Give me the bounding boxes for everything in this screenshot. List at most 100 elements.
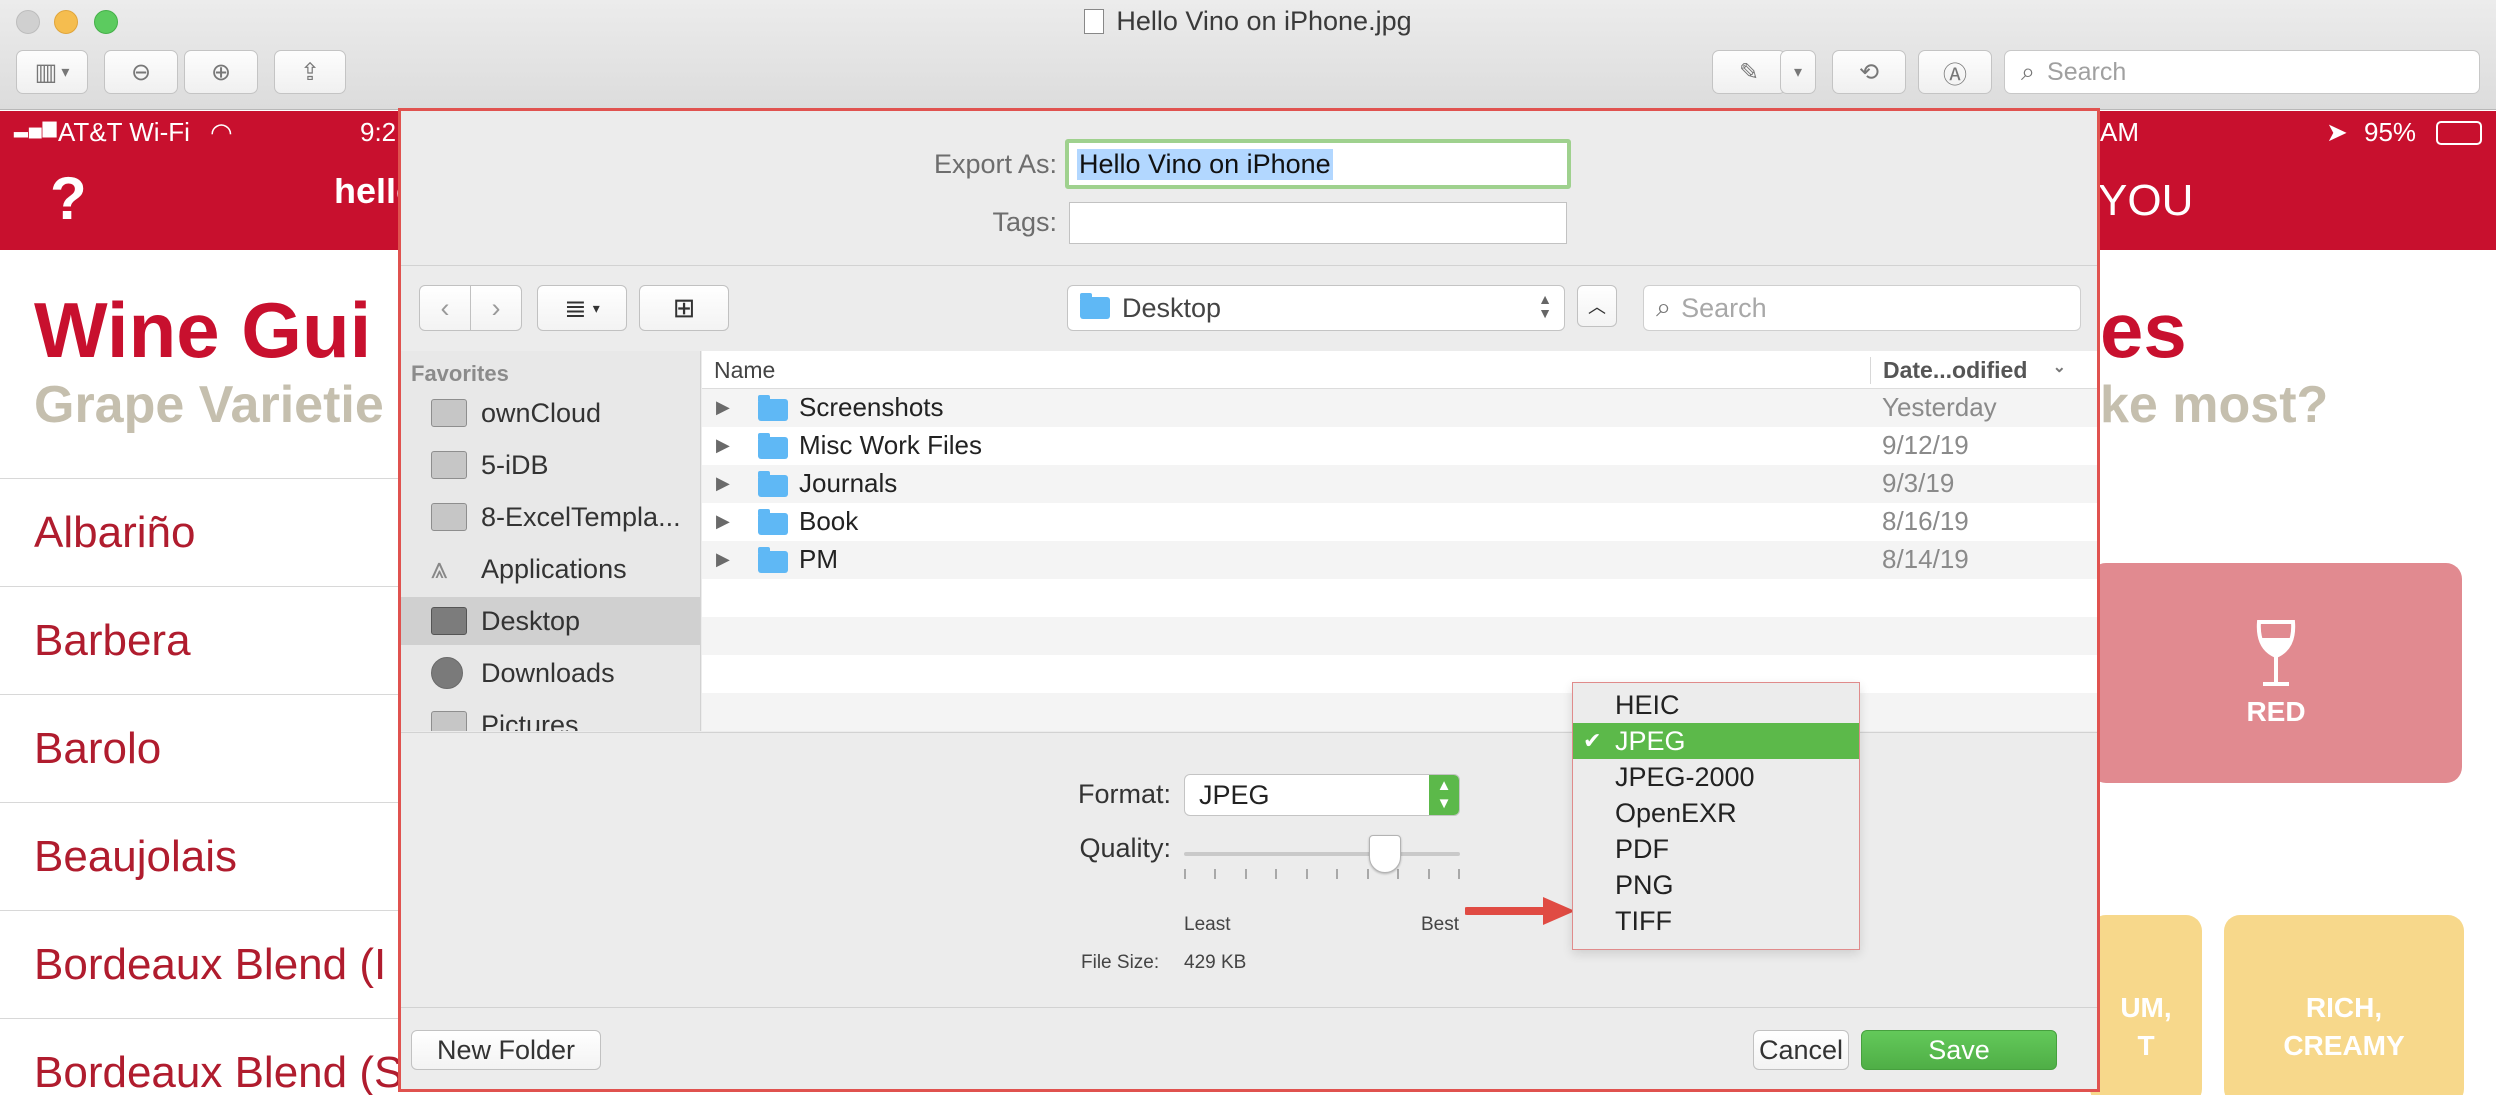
file-row[interactable]: ▶ Screenshots Yesterday xyxy=(702,389,2097,427)
format-option-openexr[interactable]: OpenEXR xyxy=(1573,795,1859,831)
red-wine-tile[interactable]: RED xyxy=(2090,563,2462,783)
sidebar-item-desktop[interactable]: Desktop xyxy=(401,597,700,645)
back-button[interactable]: ‹ xyxy=(419,285,471,331)
battery-icon xyxy=(2436,121,2482,145)
chevron-up-icon: ︿ xyxy=(1588,297,1606,317)
disclosure-triangle-icon[interactable]: ▶ xyxy=(716,511,730,532)
pen-icon: ✎ xyxy=(1738,58,1760,86)
tags-label: Tags: xyxy=(992,207,1057,237)
new-folder-icon: ⊞ xyxy=(672,292,696,323)
location-popup[interactable]: Desktop ▲ ▼ xyxy=(1067,285,1565,331)
quality-slider-knob[interactable] xyxy=(1369,835,1402,873)
format-option-heic[interactable]: HEIC xyxy=(1573,687,1859,723)
share-button[interactable]: ⇪ xyxy=(274,50,346,94)
carrier-label: AT&T Wi-Fi xyxy=(58,117,190,147)
format-select[interactable]: JPEG ▲ ▼ xyxy=(1184,774,1460,816)
dialog-search-field[interactable]: ⌕ Search xyxy=(1643,285,2081,331)
file-date: 8/16/19 xyxy=(1882,506,1969,536)
folder-icon xyxy=(431,399,467,427)
toolbar-search-field[interactable]: ⌕ Search xyxy=(2004,50,2480,94)
chevron-updown-icon: ▲ ▼ xyxy=(1429,775,1459,815)
name-column-header[interactable]: Name xyxy=(714,357,775,384)
folder-icon xyxy=(431,503,467,531)
format-option-jpeg[interactable]: ✔ JPEG xyxy=(1573,723,1859,759)
wine-list-item[interactable]: Beaujolais xyxy=(0,802,400,910)
quality-best-label: Best xyxy=(1421,914,1460,935)
wine-list-item[interactable]: Barbera xyxy=(0,586,400,694)
sidebar-item-downloads[interactable]: Downloads xyxy=(401,649,700,697)
format-option-tiff[interactable]: TIFF xyxy=(1573,903,1859,939)
zoom-out-button[interactable]: ⊖ xyxy=(104,50,178,94)
file-row[interactable]: ▶ Journals 9/3/19 xyxy=(702,465,2097,503)
zoom-in-button[interactable]: ⊕ xyxy=(184,50,258,94)
help-button[interactable]: ? xyxy=(50,164,87,233)
desktop-folder-icon xyxy=(1080,293,1110,319)
disclosure-triangle-icon[interactable]: ▶ xyxy=(716,435,730,456)
sidebar-item-8-exceltemplates[interactable]: 8-ExcelTempla... xyxy=(401,493,700,541)
status-time: 9:2 xyxy=(360,117,397,147)
location-arrow-icon: ➤ xyxy=(2326,117,2348,147)
sidebar-toggle-button[interactable]: ▥ ▾ xyxy=(16,50,88,94)
empty-row xyxy=(702,617,2097,655)
format-option-jpeg-2000[interactable]: JPEG-2000 xyxy=(1573,759,1859,795)
chevron-down-icon: ▾ xyxy=(592,299,600,316)
sidebar-icon: ▥ xyxy=(34,58,58,86)
export-as-field[interactable]: Hello Vino on iPhone xyxy=(1065,139,1571,189)
sidebar-item-applications[interactable]: ⩓ Applications xyxy=(401,545,700,593)
disclosure-triangle-icon[interactable]: ▶ xyxy=(716,397,730,418)
body-tile-left[interactable]: UM, T xyxy=(2090,915,2202,1095)
chevron-down-icon: ▾ xyxy=(61,64,70,81)
zoom-in-icon: ⊕ xyxy=(210,58,232,86)
format-option-png[interactable]: PNG xyxy=(1573,867,1859,903)
file-row[interactable]: ▶ PM 8/14/19 xyxy=(702,541,2097,579)
collapse-browser-button[interactable]: ︿ xyxy=(1577,285,1617,327)
sidebar-item-pictures[interactable]: Pictures xyxy=(401,701,700,731)
wine-glass-icon xyxy=(2256,620,2296,686)
file-name: Screenshots xyxy=(799,392,944,422)
markup-pen-button[interactable]: ✎ xyxy=(1712,50,1786,94)
file-row[interactable]: ▶ Misc Work Files 9/12/19 xyxy=(702,427,2097,465)
chevron-down-icon: ⌄ xyxy=(2052,359,2066,376)
file-browser: Name Date...odified ⌄ ▶ Screenshots Yest… xyxy=(702,351,2097,731)
markup-menu-button[interactable]: ▾ xyxy=(1780,50,1816,94)
wine-list-item[interactable]: Bordeaux Blend (S xyxy=(0,1018,400,1095)
disclosure-triangle-icon[interactable]: ▶ xyxy=(716,549,730,570)
rotate-button[interactable]: ⟲ xyxy=(1832,50,1906,94)
view-options-button[interactable]: ≣ ▾ xyxy=(537,285,627,331)
forward-button[interactable]: › xyxy=(470,285,522,331)
file-date: 8/14/19 xyxy=(1882,544,1969,574)
share-icon: ⇪ xyxy=(299,58,321,86)
divider xyxy=(401,265,2097,266)
chevron-updown-icon: ▲ ▼ xyxy=(1538,291,1552,321)
disclosure-triangle-icon[interactable]: ▶ xyxy=(716,473,730,494)
quality-slider-track[interactable] xyxy=(1184,852,1460,856)
new-folder-button[interactable]: New Folder xyxy=(411,1030,601,1070)
wifi-icon: ◠ xyxy=(210,117,233,147)
downloads-icon xyxy=(431,657,463,689)
sidebar-item-owncloud[interactable]: ownCloud xyxy=(401,389,700,437)
markup-toolbar-button[interactable]: Ⓐ xyxy=(1918,50,1992,94)
format-option-pdf[interactable]: PDF xyxy=(1573,831,1859,867)
wine-list-item[interactable]: Barolo xyxy=(0,694,400,802)
format-dropdown-menu: HEIC ✔ JPEG JPEG-2000 OpenEXR PDF PNG TIF… xyxy=(1572,682,1860,950)
folder-icon xyxy=(758,547,788,573)
wine-list-item[interactable]: Albariño xyxy=(0,478,400,586)
favorites-sidebar: Favorites ownCloud 5-iDB 8-ExcelTempla..… xyxy=(401,351,701,731)
chevron-right-icon: › xyxy=(491,292,501,323)
guide-subtitle: Grape Varietie xyxy=(34,376,384,434)
wine-list-item[interactable]: Bordeaux Blend (I xyxy=(0,910,400,1018)
desktop-icon xyxy=(431,607,467,635)
cancel-button[interactable]: Cancel xyxy=(1753,1030,1849,1070)
markup-icon: Ⓐ xyxy=(1943,61,1967,89)
app-logo: hello vino xyxy=(334,178,398,204)
rich-creamy-tile[interactable]: RICH, CREAMY xyxy=(2224,915,2464,1095)
red-tile-label: RED xyxy=(2246,696,2306,727)
tile-left-label: UM, T xyxy=(2120,992,2172,1061)
battery-percent: 95% xyxy=(2364,117,2417,147)
save-button[interactable]: Save xyxy=(1861,1030,2057,1070)
file-row[interactable]: ▶ Book 8/16/19 xyxy=(702,503,2097,541)
tags-field[interactable] xyxy=(1069,202,1567,244)
date-modified-column-header[interactable]: Date...odified ⌄ xyxy=(1870,357,2080,384)
sidebar-item-5-idb[interactable]: 5-iDB xyxy=(401,441,700,489)
new-folder-toolbar-button[interactable]: ⊞ xyxy=(639,285,729,331)
